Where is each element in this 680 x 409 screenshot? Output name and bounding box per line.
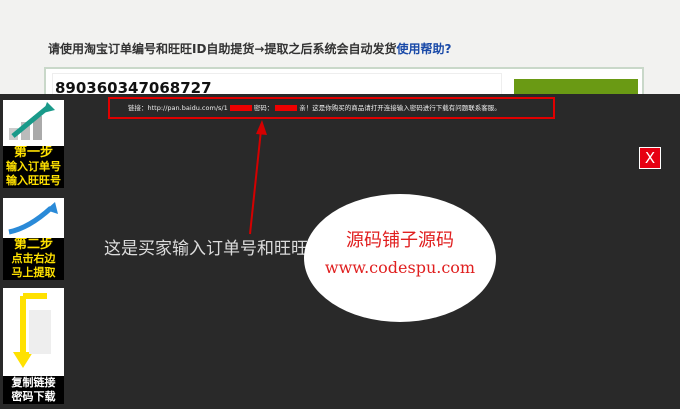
link-url: 链接：http://pan.baidu.com/s/1: [128, 104, 228, 112]
step-two-line: 马上提取: [11, 266, 56, 279]
download-link-box[interactable]: 链接：http://pan.baidu.com/s/1 密码： 亲！这是你购买的商品…: [108, 97, 555, 119]
figure-arrow-icon: [9, 102, 55, 140]
step-three: 复制链接 密码下载: [3, 288, 64, 409]
link-note: 亲！这是你购买的商品请打开连接输入密码进行下载有问题联系客服。: [299, 104, 501, 112]
step-two: 第二步 点击右边 马上提取: [3, 198, 64, 288]
step-two-illustration: [3, 198, 64, 238]
watermark-url: www.codespu.com: [324, 258, 476, 277]
copy-arrow-icon: [13, 293, 51, 368]
link-password-label: 密码：: [253, 104, 274, 112]
step-three-text: 复制链接 密码下载: [3, 376, 64, 404]
watermark-ellipse: 源码铺子源码 www.codespu.com: [304, 194, 496, 322]
instruction-label: 请使用淘宝订单编号和旺旺ID自助提货→提取之后系统会自动发货: [48, 42, 397, 56]
step-one-line: 输入订单号: [6, 160, 61, 173]
instruction-text: 请使用淘宝订单编号和旺旺ID自助提货→提取之后系统会自动发货使用帮助?: [48, 40, 451, 57]
step-two-title: 第二步: [13, 237, 53, 252]
redacted-mark: [275, 105, 298, 111]
step-sidebar: 第一步 输入订单号 输入旺旺号 第二步 点击右边 马上提取 复制链接 密码下载: [3, 100, 64, 409]
curved-arrow-icon: [8, 202, 58, 235]
step-two-text: 第二步 点击右边 马上提取: [3, 238, 64, 280]
step-three-illustration: [3, 288, 64, 376]
step-one-line: 输入旺旺号: [6, 174, 61, 187]
redacted-mark: [229, 105, 252, 111]
close-button[interactable]: X: [639, 147, 661, 169]
help-link[interactable]: 使用帮助?: [396, 42, 451, 56]
step-three-line: 复制链接: [11, 376, 56, 389]
modal-overlay: 链接：http://pan.baidu.com/s/1 密码： 亲！这是你购买的商品…: [0, 94, 680, 409]
watermark-title: 源码铺子源码: [346, 230, 454, 251]
step-one-illustration: [3, 100, 64, 146]
step-two-line: 点击右边: [11, 252, 56, 265]
step-three-line: 密码下载: [11, 390, 56, 403]
step-one: 第一步 输入订单号 输入旺旺号: [3, 100, 64, 196]
step-one-title: 第一步: [13, 145, 53, 160]
step-one-text: 第一步 输入订单号 输入旺旺号: [3, 146, 64, 188]
